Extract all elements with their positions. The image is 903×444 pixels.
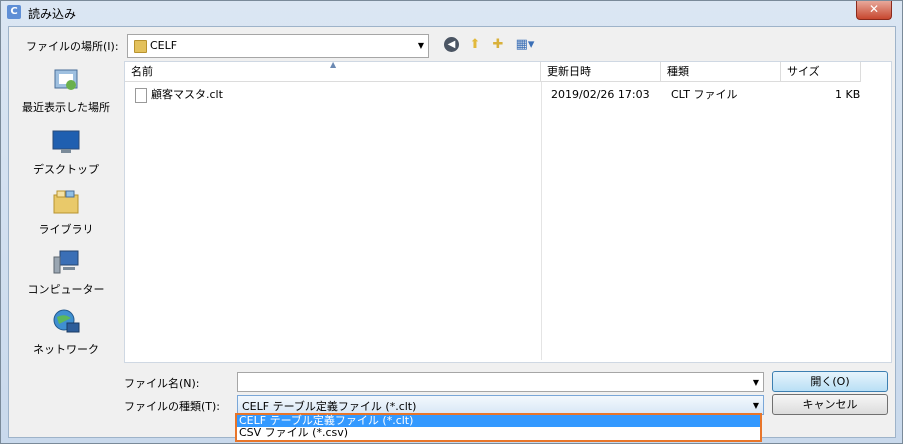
file-modified: 2019/02/26 17:03 [551,88,650,101]
back-icon[interactable]: ◀ [444,37,459,52]
file-icon [135,87,147,103]
place-libraries[interactable]: ライブラリ [16,189,116,237]
column-header-label: 名前 [131,65,153,78]
lookin-combo[interactable]: CELF ▼ [127,34,429,58]
libraries-icon [51,189,81,215]
network-icon [51,309,81,335]
title-bar[interactable]: C 読み込み ✕ [1,1,902,23]
filetype-value: CELF テーブル定義ファイル (*.clt) [242,400,417,413]
desktop-icon [51,129,81,155]
column-divider [541,82,542,360]
app-icon: C [7,5,21,19]
window-title: 読み込み [28,7,77,21]
views-menu-icon[interactable]: ▦▾ [513,36,537,54]
column-header-label: 種類 [667,65,689,78]
column-header-size[interactable]: サイズ [781,62,861,82]
file-name: 顧客マスタ.clt [151,88,223,101]
up-folder-icon[interactable]: ⬆ [466,36,484,54]
lookin-value: CELF [150,39,178,52]
filetype-dropdown-list: CELF テーブル定義ファイル (*.clt) CSV ファイル (*.csv) [235,413,762,442]
file-size: 1 KB [835,88,861,101]
sort-ascending-icon: ▲ [330,60,337,69]
place-computer[interactable]: コンピューター [16,249,116,297]
lookin-label: ファイルの場所(I): [26,40,119,53]
table-row[interactable]: 顧客マスタ.clt [135,86,535,104]
column-header-modified[interactable]: 更新日時 [541,62,661,82]
chevron-down-icon[interactable]: ▼ [753,378,759,387]
column-header-type[interactable]: 種類 [661,62,781,82]
dropdown-option[interactable]: CSV ファイル (*.csv) [237,427,760,439]
chevron-down-icon[interactable]: ▼ [418,41,424,50]
filename-input[interactable]: ▼ [237,372,764,392]
file-list[interactable]: 名前 ▲ 更新日時 種類 サイズ 顧客マスタ.clt 2019/02/26 17… [124,60,892,363]
place-recent[interactable]: 最近表示した場所 [16,67,116,115]
places-bar: 最近表示した場所 デスクトップ ライブラリ コンピューター ネットワーク [16,61,116,361]
place-desktop[interactable]: デスクトップ [16,129,116,177]
column-header-label: サイズ [787,65,820,78]
cancel-button[interactable]: キャンセル [772,394,888,415]
filename-label: ファイル名(N): [124,377,200,390]
open-dialog-window: C 読み込み ✕ ファイルの場所(I): CELF ▼ ◀ ⬆ ✚ ▦▾ 最近表… [0,0,903,444]
column-header-label: 更新日時 [547,65,591,78]
place-label: ネットワーク [33,343,99,356]
folder-icon [134,40,147,53]
column-header-name[interactable]: 名前 ▲ [125,60,541,82]
filetype-label: ファイルの種類(T): [124,400,221,413]
file-type: CLT ファイル [671,88,738,101]
new-folder-icon[interactable]: ✚ [489,36,507,54]
chevron-down-icon[interactable]: ▼ [753,401,759,410]
computer-icon [51,249,81,275]
place-label: ライブラリ [38,223,94,236]
place-label: コンピューター [27,283,105,296]
filetype-select[interactable]: CELF テーブル定義ファイル (*.clt) ▼ [237,395,764,415]
open-button[interactable]: 開く(O) [772,371,888,392]
place-label: デスクトップ [33,163,99,176]
close-button[interactable]: ✕ [856,1,892,20]
recent-places-icon [51,67,81,93]
place-network[interactable]: ネットワーク [16,309,116,357]
place-label: 最近表示した場所 [22,101,110,114]
